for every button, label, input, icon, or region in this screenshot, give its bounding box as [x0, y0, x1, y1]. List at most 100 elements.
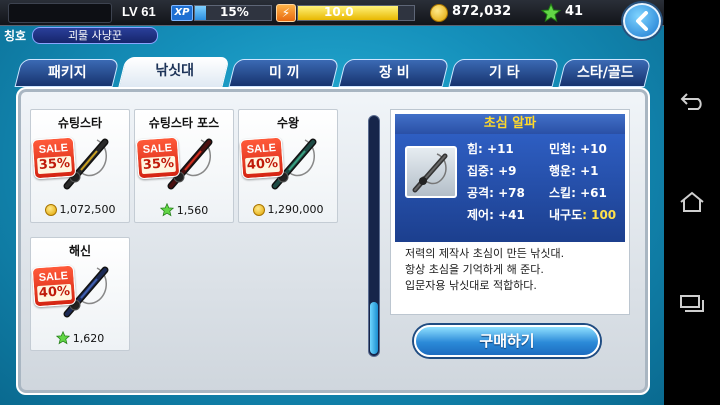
stat-row: 스킬: +61: [549, 184, 607, 201]
stat-value: : +41: [489, 208, 525, 222]
detail-item-image: [405, 146, 457, 198]
shop-item-card[interactable]: 슈팅스타 포스 SALE 35% 1,560: [134, 109, 234, 223]
fishing-rod-icon: [412, 153, 448, 193]
stat-row: 민첩: +10: [549, 140, 607, 157]
stat-value: : +11: [478, 142, 514, 156]
title-label: 칭호: [4, 29, 27, 43]
stat-value: : +61: [571, 186, 607, 200]
nav-recents-icon: [680, 295, 704, 313]
nav-back-icon: [680, 93, 702, 110]
nav-recents-button[interactable]: [677, 289, 707, 319]
shop-item-card[interactable]: 슈팅스타 SALE 35% 1,072,500: [30, 109, 130, 223]
xp-fill: [195, 6, 207, 20]
gold-coin-icon: [44, 203, 57, 216]
item-name: 슈팅스타: [57, 116, 103, 130]
game-screen: LV 61 XP 15% ⚡ 10.0 872,032 41 칭호 괴물 사냥꾼…: [0, 0, 664, 405]
stat-label: 스킬: [549, 186, 572, 200]
buy-button[interactable]: 구매하기: [414, 325, 600, 357]
stat-label: 집중: [467, 164, 490, 178]
shop-item-card[interactable]: 수왕 SALE 40% 1,290,000: [238, 109, 338, 223]
item-detail-panel: 초심 알파 힘: +11 민첩: +10 집중: +9 행운: +1 공격: +78 스킬…: [390, 109, 630, 315]
description-line: 입문자용 낚싯대로 적합하다.: [405, 279, 537, 292]
sale-percent: 35%: [36, 155, 73, 175]
price-value: 1,560: [176, 203, 209, 217]
stat-row: 힘: +11: [467, 140, 514, 157]
android-nav-bar: [664, 0, 720, 405]
stat-label: 제어: [467, 208, 490, 222]
scrollbar[interactable]: [368, 115, 380, 357]
item-name: 해신: [68, 244, 92, 258]
detail-stats-box: 힘: +11 민첩: +10 집중: +9 행운: +1 공격: +78 스킬: +61 제…: [395, 134, 625, 242]
energy-bar: [297, 5, 415, 21]
sale-label: SALE: [142, 142, 173, 157]
xp-icon: XP: [171, 5, 193, 21]
stat-label: 힘: [467, 142, 479, 156]
stat-row: 내구도: 100: [549, 206, 616, 223]
tab-star-gold[interactable]: 스타/골드: [558, 59, 652, 87]
stat-label: 공격: [467, 186, 490, 200]
shop-tabs: 패키지 낚싯대 미 끼 장 비 기 타 스타/골드: [14, 57, 652, 88]
sale-badge: SALE 35%: [135, 136, 181, 180]
tab-equipment[interactable]: 장 비: [338, 59, 450, 87]
back-button[interactable]: [623, 3, 661, 39]
sale-badge: SALE 35%: [31, 136, 77, 180]
stat-value: : +78: [489, 186, 525, 200]
sale-percent: 40%: [36, 283, 73, 303]
sale-label: SALE: [246, 142, 277, 157]
item-price: 1,620: [31, 331, 129, 345]
sale-label: SALE: [38, 142, 69, 157]
star-amount: 41: [565, 4, 584, 19]
price-value: 1,290,000: [267, 203, 324, 216]
nav-back-button[interactable]: [677, 86, 707, 116]
description-line: 항상 초심을 기억하게 해 준다.: [405, 263, 544, 276]
stat-value: : 100: [582, 208, 617, 222]
shop-panel: 슈팅스타 SALE 35% 1,072,500 슈팅스타 포스 SALE 35% 1,560 수…: [16, 87, 650, 395]
gold-coin-icon: [252, 203, 265, 216]
stat-label: 내구도: [549, 208, 583, 222]
item-grid: 슈팅스타 SALE 35% 1,072,500 슈팅스타 포스 SALE 35% 1,560 수…: [30, 109, 360, 359]
stat-value: : +9: [489, 164, 517, 178]
sale-badge: SALE 40%: [31, 264, 77, 308]
tab-fishing-rod[interactable]: 낚싯대: [118, 57, 230, 88]
item-price: 1,072,500: [31, 203, 129, 216]
item-description: 저력의 제작사 초심이 만든 낚싯대. 항상 초심을 기억하게 해 준다. 입문…: [405, 246, 625, 294]
stat-label: 민첩: [549, 142, 572, 156]
tab-etc[interactable]: 기 타: [448, 59, 560, 87]
price-value: 1,072,500: [59, 203, 116, 216]
tab-bait[interactable]: 미 끼: [228, 59, 340, 87]
sale-badge: SALE 40%: [239, 136, 285, 180]
stat-value: : +10: [571, 142, 607, 156]
gold-coin-icon: [430, 4, 448, 22]
scroll-thumb[interactable]: [370, 302, 378, 354]
nav-home-button[interactable]: [677, 187, 707, 217]
item-price: 1,290,000: [239, 203, 337, 216]
stat-value: : +1: [571, 164, 599, 178]
nav-home-icon: [680, 192, 704, 213]
description-line: 저력의 제작사 초심이 만든 낚싯대.: [405, 247, 565, 260]
tab-package[interactable]: 패키지: [14, 59, 120, 87]
star-icon: [541, 3, 561, 23]
energy-icon: ⚡: [276, 4, 296, 22]
stat-row: 행운: +1: [549, 162, 598, 179]
shop-item-card[interactable]: 해신 SALE 40% 1,620: [30, 237, 130, 351]
player-name-box: [8, 3, 112, 23]
status-bar: LV 61 XP 15% ⚡ 10.0 872,032 41: [0, 0, 664, 26]
item-price: 1,560: [135, 203, 233, 217]
stat-label: 행운: [549, 164, 572, 178]
item-name: 슈팅스타 포스: [148, 116, 220, 130]
stat-row: 공격: +78: [467, 184, 525, 201]
xp-percent: 15%: [220, 5, 249, 19]
stat-row: 집중: +9: [467, 162, 516, 179]
sale-percent: 40%: [244, 155, 281, 175]
detail-title: 초심 알파: [395, 114, 625, 134]
sale-label: SALE: [38, 270, 69, 285]
star-icon: [55, 331, 70, 345]
gold-amount: 872,032: [452, 4, 512, 19]
title-value[interactable]: 괴물 사냥꾼: [32, 27, 158, 44]
stat-row: 제어: +41: [467, 206, 525, 223]
item-name: 수왕: [276, 116, 300, 130]
back-arrow-icon: [636, 11, 648, 31]
star-icon: [159, 203, 174, 217]
player-level: LV 61: [122, 4, 156, 19]
price-value: 1,620: [72, 331, 105, 345]
